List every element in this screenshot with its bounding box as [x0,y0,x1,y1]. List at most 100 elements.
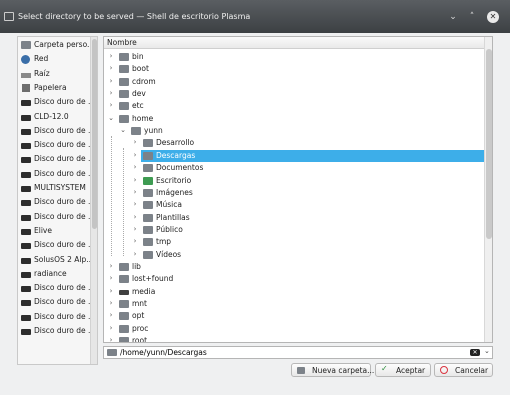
place-label: Disco duro de ... [34,211,90,221]
chevron-right-icon[interactable]: › [107,299,115,307]
chevron-right-icon[interactable]: › [107,262,115,270]
tree-row[interactable]: › Música [104,199,486,211]
tree-row[interactable]: › Desarrollo [104,137,486,149]
chevron-right-icon[interactable]: › [131,188,139,196]
disk-icon [21,257,31,264]
disk-icon [21,329,31,335]
chevron-right-icon[interactable]: › [107,64,115,72]
path-input[interactable] [120,347,450,358]
chevron-right-icon[interactable]: › [131,138,139,146]
place-item[interactable]: Disco duro de ... [18,125,90,139]
maximize-button[interactable]: ˄ [466,11,478,23]
disk-icon [21,186,31,192]
chevron-right-icon[interactable]: › [131,151,139,159]
tree-row[interactable]: › Imágenes [104,187,486,199]
place-item[interactable]: Papelera [18,82,90,96]
place-item[interactable]: Disco duro de ... [18,139,90,153]
place-item[interactable]: Disco duro de ... [18,325,90,339]
place-item[interactable]: SolusOS 2 Alp... [18,254,90,268]
tree-row-label: media [132,286,156,296]
tree-row[interactable]: › Descargas [104,149,486,162]
clear-icon[interactable]: ✕ [470,349,480,356]
column-header-label: Nombre [107,38,137,47]
place-item[interactable]: Disco duro de ... [18,239,90,253]
chevron-right-icon[interactable]: › [107,287,115,295]
places-scrollbar[interactable] [90,37,97,364]
tree-row[interactable]: › Vídeos [104,249,486,261]
minimize-button[interactable]: ⌄ [447,11,459,23]
tree-row[interactable]: › proc [104,323,486,335]
chevron-right-icon[interactable]: › [131,225,139,233]
tree-row[interactable]: › mnt [104,298,486,310]
chevron-right-icon[interactable]: › [131,176,139,184]
tree-row[interactable]: › root [104,335,486,342]
folder-icon [143,201,153,210]
tree-row[interactable]: › Documentos [104,162,486,174]
place-item[interactable]: Disco duro de ... [18,196,90,210]
place-item[interactable]: radiance [18,268,90,282]
tree-row[interactable]: › cdrom [104,76,486,88]
tree-row[interactable]: › Escritorio [104,175,486,187]
tree-row[interactable]: ⌄ home [104,113,486,125]
place-item[interactable]: Disco duro de ... [18,296,90,310]
place-item[interactable]: Disco duro de ... [18,311,90,325]
tree-row[interactable]: › bin [104,51,486,63]
cancel-button[interactable]: Cancelar [434,363,493,377]
place-item[interactable]: Carpeta perso... [18,39,90,53]
chevron-right-icon[interactable]: › [107,77,115,85]
chevron-right-icon[interactable]: › [107,324,115,332]
chevron-down-icon[interactable]: ⌄ [119,126,127,134]
place-item[interactable]: MULTISYSTEM [18,182,90,196]
chevron-right-icon[interactable]: › [131,237,139,245]
tree-row-label: proc [132,323,149,333]
place-item[interactable]: Elive [18,225,90,239]
place-item[interactable]: Disco duro de ... [18,153,90,167]
tree-row-label: tmp [156,237,172,247]
tree-row[interactable]: › etc [104,100,486,112]
tree-row[interactable]: › Público [104,224,486,236]
place-item[interactable]: Disco duro de ... [18,96,90,110]
path-field[interactable]: ✕ ⌄ [103,346,493,359]
tree-row[interactable]: › lost+found [104,273,486,285]
tree-row[interactable]: › lib [104,261,486,273]
tree-row[interactable]: › opt [104,310,486,322]
place-item[interactable]: Raíz [18,68,90,82]
directory-tree: Nombre › bin › boot › cdrom › dev › etc ⌄ home ⌄ yunn… [103,36,493,343]
chevron-right-icon[interactable]: › [107,336,115,342]
chevron-right-icon[interactable]: › [131,213,139,221]
chevron-down-icon[interactable]: ⌄ [484,347,490,355]
tree-row[interactable]: › boot [104,63,486,75]
title-bar: Select directory to be served — Shell de… [0,0,510,33]
tree-scrollbar-thumb[interactable] [486,49,492,239]
tree-row[interactable]: ⌄ yunn [104,125,486,137]
chevron-right-icon[interactable]: › [107,101,115,109]
tree-row[interactable]: › Plantillas [104,212,486,224]
places-scrollbar-thumb[interactable] [92,39,97,229]
column-header-name[interactable]: Nombre [104,37,486,49]
chevron-down-icon[interactable]: ⌄ [107,114,115,122]
chevron-right-icon[interactable]: › [131,163,139,171]
place-item[interactable]: Disco duro de ... [18,282,90,296]
place-item[interactable]: CLD-12.0 [18,111,90,125]
chevron-right-icon[interactable]: › [107,89,115,97]
chevron-right-icon[interactable]: › [107,311,115,319]
folder-icon [119,289,129,295]
place-item[interactable]: Disco duro de ... [18,168,90,182]
chevron-right-icon[interactable]: › [107,52,115,60]
accept-button[interactable]: ✓ Aceptar [375,363,431,377]
close-button[interactable]: ✕ [487,11,499,23]
tree-row[interactable]: › tmp [104,236,486,248]
place-label: Disco duro de ... [34,154,90,164]
tree-row[interactable]: › dev [104,88,486,100]
new-folder-button[interactable]: Nueva carpeta... [291,363,374,377]
place-label: Elive [34,225,52,235]
chevron-right-icon[interactable]: › [107,274,115,282]
chevron-right-icon[interactable]: › [131,250,139,258]
tree-scrollbar[interactable] [484,37,492,342]
chevron-right-icon[interactable]: › [131,200,139,208]
place-item[interactable]: Red [18,53,90,67]
place-item[interactable]: Disco duro de ... [18,211,90,225]
place-label: radiance [34,268,67,278]
tree-row[interactable]: › media [104,286,486,298]
tree-row-label: Vídeos [156,249,182,259]
